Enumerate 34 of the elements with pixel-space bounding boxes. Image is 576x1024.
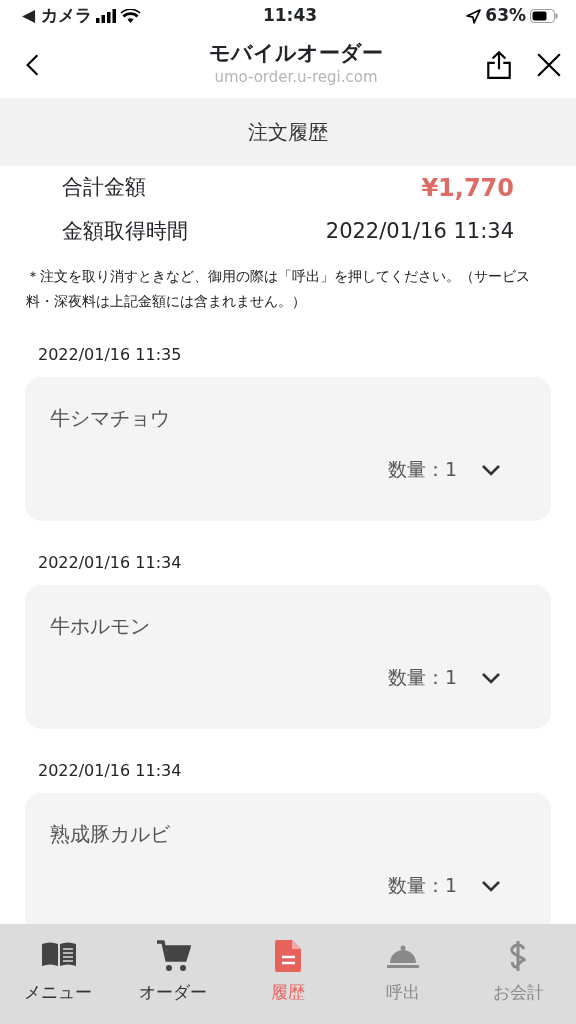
section-title: 注文履歴	[248, 119, 328, 146]
item-name: 牛シマチョウ	[50, 405, 171, 432]
total-amount: ¥1,770	[421, 173, 514, 204]
order-time: 2022/01/16 11:34	[37, 552, 183, 574]
quantity-text: 数量：1	[387, 665, 457, 690]
chevron-down-icon	[481, 671, 501, 684]
summary-label: 合計金額	[62, 174, 146, 202]
nav-tab[interactable]: メニュー	[0, 924, 116, 1024]
nav-tab[interactable]: オーダー	[115, 924, 231, 1024]
chevron-down-icon	[481, 463, 501, 476]
signal-icon	[96, 9, 116, 23]
share-button[interactable]	[486, 50, 512, 80]
location-arrow-icon	[466, 8, 482, 24]
order-time: 2022/01/16 11:34	[37, 760, 183, 782]
quantity-text: 数量：1	[387, 457, 457, 482]
summary-label: 金額取得時間	[62, 218, 188, 246]
order-time: 2022/01/16 11:35	[37, 344, 183, 366]
battery-icon	[530, 9, 558, 23]
wifi-icon	[120, 8, 141, 24]
share-icon	[486, 50, 512, 80]
cart-icon	[154, 938, 191, 974]
close-icon	[536, 52, 562, 78]
page-title: モバイルオーダー	[208, 41, 384, 67]
chevron-down-icon	[481, 879, 501, 892]
battery-percent: 63%	[485, 4, 526, 28]
item-name: 牛ホルモン	[50, 613, 151, 640]
close-button[interactable]	[536, 52, 562, 78]
notice-text: ＊注文を取り消すときなど、御用の際は「呼出」を押してください。（サービス料・深夜料は上記金額には含まれません。）	[25, 267, 531, 311]
quantity-text: 数量：1	[387, 873, 457, 898]
back-to-app-link[interactable]: ◀ カメラ	[22, 3, 92, 29]
item-name: 熟成豚カルビ	[50, 821, 171, 848]
url-text: umo-order.u-regi.com	[213, 67, 379, 89]
clock: 11:43	[262, 4, 318, 28]
timestamp: 2022/01/16 11:34	[325, 218, 514, 246]
